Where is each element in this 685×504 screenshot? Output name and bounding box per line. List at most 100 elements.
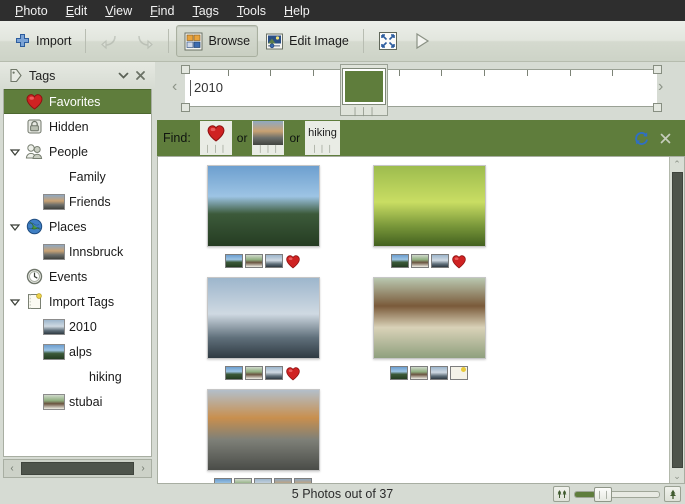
import-plus-icon xyxy=(14,33,31,50)
small-thumbnails-icon[interactable] xyxy=(553,486,570,502)
menu-item-view[interactable]: View xyxy=(96,2,141,20)
sidebar-horizontal-scrollbar[interactable]: ‹ › xyxy=(3,459,152,478)
browse-button[interactable]: Browse xyxy=(176,25,258,57)
edit-image-button[interactable]: Edit Image xyxy=(258,26,356,56)
menu-item-tags[interactable]: Tags xyxy=(183,2,227,20)
tag-badge-thumbnail xyxy=(245,366,263,380)
sidebar-item-hiking[interactable]: hiking xyxy=(4,364,151,389)
slideshow-button[interactable] xyxy=(405,26,439,56)
scrollbar-thumb[interactable] xyxy=(21,462,134,475)
refresh-icon[interactable] xyxy=(629,126,653,150)
scroll-right-arrow[interactable]: › xyxy=(135,463,151,474)
note-badge-icon xyxy=(450,366,468,380)
timeline-prev-arrow[interactable]: ‹ xyxy=(172,79,177,95)
tags-tree[interactable]: FavoritesHiddenPeopleFamily Friends Places… xyxy=(3,89,152,457)
photo-thumbnail-town-street[interactable] xyxy=(207,389,320,471)
menu-item-find[interactable]: Find xyxy=(141,2,183,20)
timeline-next-arrow[interactable]: › xyxy=(658,79,663,95)
heart-badge-icon xyxy=(285,366,301,381)
sidebar-item-label: Friends xyxy=(69,195,111,209)
close-icon[interactable] xyxy=(132,67,149,84)
find-close-icon[interactable] xyxy=(653,126,677,150)
menu-item-edit[interactable]: Edit xyxy=(57,2,97,20)
chip-thumbnail xyxy=(252,121,284,145)
sidebar-title: Tags xyxy=(29,69,115,83)
chevron-down-icon[interactable] xyxy=(115,67,132,84)
sidebar-item-2010[interactable]: 2010 xyxy=(4,314,151,339)
menu-item-tools[interactable]: Tools xyxy=(228,2,275,20)
timeline-handle-top-left[interactable] xyxy=(181,65,190,74)
find-tag-chip[interactable]: ❘❘❘ xyxy=(200,121,232,155)
menu-item-help[interactable]: Help xyxy=(275,2,319,20)
status-bar: 5 Photos out of 37 ❘❘ xyxy=(0,484,685,504)
expander-triangle-icon[interactable] xyxy=(7,221,23,233)
grid-scrollbar-thumb[interactable] xyxy=(672,172,683,468)
globe-icon xyxy=(23,218,45,235)
menu-item-photo[interactable]: Photo xyxy=(6,2,57,20)
timeline-selected-bucket[interactable]: ❘❘❘ xyxy=(340,64,388,116)
scroll-down-arrow[interactable]: ⌄ xyxy=(670,469,684,483)
photo-cell[interactable] xyxy=(346,165,512,269)
sidebar-item-friends[interactable]: Friends xyxy=(4,189,151,214)
timeline-handle-bottom-right[interactable] xyxy=(653,103,662,112)
expander-triangle-icon[interactable] xyxy=(7,296,23,308)
large-thumbnails-icon[interactable] xyxy=(664,486,681,502)
tag-badge-thumbnail xyxy=(225,254,243,268)
sidebar-item-events[interactable]: Events xyxy=(4,264,151,289)
photo-thumbnail-yellow-flower[interactable] xyxy=(373,165,486,247)
redo-button[interactable] xyxy=(127,26,161,56)
find-tag-chip[interactable]: hiking❘❘❘ xyxy=(305,121,340,155)
chip-grip[interactable]: ❘❘❘ xyxy=(204,145,227,152)
photo-cell[interactable] xyxy=(180,389,346,483)
sidebar-item-stubai[interactable]: stubai xyxy=(4,389,151,414)
tag-badge-thumbnail xyxy=(245,254,263,268)
timeline-bucket-grip[interactable]: ❘❘❘ xyxy=(351,107,377,115)
heart-badge-icon xyxy=(451,254,467,269)
tag-thumbnail xyxy=(43,194,65,210)
people-icon xyxy=(23,143,45,160)
edit-image-label: Edit Image xyxy=(289,34,349,48)
photo-thumbnail-mountain-hut[interactable] xyxy=(207,165,320,247)
import-label: Import xyxy=(36,34,71,48)
timeline-handle-bottom-left[interactable] xyxy=(181,103,190,112)
photo-cell[interactable] xyxy=(346,277,512,381)
photo-grid[interactable] xyxy=(158,157,669,483)
toolbar-separator-3 xyxy=(363,29,364,53)
sidebar-item-family[interactable]: Family xyxy=(4,164,151,189)
sidebar-item-favorites[interactable]: Favorites xyxy=(4,89,151,114)
timeline-widget[interactable]: ‹ › 2010 ❘❘❘ xyxy=(160,62,685,118)
photo-cell[interactable] xyxy=(180,277,346,381)
sidebar-item-label: 2010 xyxy=(69,320,97,334)
sidebar-item-people[interactable]: People xyxy=(4,139,151,164)
sidebar-item-import-tags[interactable]: Import Tags xyxy=(4,289,151,314)
sidebar-item-places[interactable]: Places xyxy=(4,214,151,239)
photo-thumbnail-cloudy-mountain[interactable] xyxy=(207,277,320,359)
chip-grip[interactable]: ❘❘❘ xyxy=(257,145,280,152)
find-or-label: or xyxy=(237,131,248,145)
sidebar-item-hidden[interactable]: Hidden xyxy=(4,114,151,139)
tag-badge-thumbnail xyxy=(274,478,292,483)
scroll-left-arrow[interactable]: ‹ xyxy=(4,463,20,474)
import-button[interactable]: Import xyxy=(7,26,78,56)
undo-button[interactable] xyxy=(93,26,127,56)
thumbnail-size-slider[interactable]: ❘❘ xyxy=(574,488,660,500)
photo-cell[interactable] xyxy=(180,165,346,269)
photo-tag-badges xyxy=(225,365,301,381)
tag-badge-thumbnail xyxy=(294,478,312,483)
sidebar-item-alps[interactable]: alps xyxy=(4,339,151,364)
sidebar-item-innsbruck[interactable]: Innsbruck xyxy=(4,239,151,264)
timeline-bucket-bar xyxy=(343,69,385,104)
scroll-up-arrow[interactable]: ⌃ xyxy=(670,157,684,171)
zoom-controls: ❘❘ xyxy=(553,486,681,502)
chip-grip[interactable]: ❘❘❘ xyxy=(311,145,334,152)
timeline-handle-top-right[interactable] xyxy=(653,65,662,74)
timeline-track[interactable]: 2010 xyxy=(185,69,657,107)
sidebar-item-label: hiking xyxy=(89,370,122,384)
photo-thumbnail-wooden-kiosk[interactable] xyxy=(373,277,486,359)
expander-triangle-icon[interactable] xyxy=(7,146,23,158)
find-tag-chip[interactable]: ❘❘❘ xyxy=(252,121,284,155)
fullscreen-button[interactable] xyxy=(371,26,405,56)
toolbar-separator-1 xyxy=(85,29,86,53)
grid-vertical-scrollbar[interactable]: ⌃ ⌄ xyxy=(669,157,684,483)
slider-handle[interactable]: ❘❘ xyxy=(594,487,612,502)
